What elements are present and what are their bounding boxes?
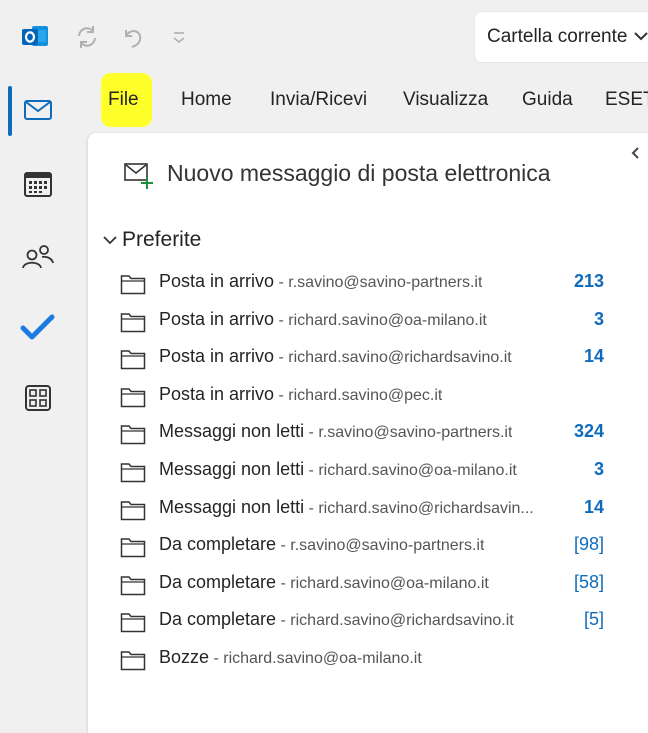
folder-item[interactable]: Messaggi non letti - richard.savino@rich… <box>120 492 610 526</box>
collapse-pane-icon[interactable] <box>630 146 640 163</box>
folder-item[interactable]: Messaggi non letti - richard.savino@oa-m… <box>120 454 610 488</box>
folder-name: Posta in arrivo <box>159 308 275 329</box>
folder-unread-count: [98] <box>573 534 604 555</box>
active-indicator <box>8 86 12 136</box>
folder-name: Posta in arrivo <box>159 383 275 404</box>
folder-item[interactable]: Da completare - richard.savino@oa-milano… <box>120 567 610 601</box>
new-mail-icon <box>124 163 153 189</box>
folder-item[interactable]: Da completare - r.savino@savino-partners… <box>120 529 610 563</box>
folder-item[interactable]: Messaggi non letti - r.savino@savino-par… <box>120 416 610 450</box>
folder-icon <box>120 538 146 558</box>
folder-separator: - <box>276 537 291 555</box>
favorites-header[interactable]: Preferite <box>102 228 201 252</box>
folder-item[interactable]: Da completare - richard.savino@richardsa… <box>120 604 610 638</box>
people-icon[interactable] <box>18 238 58 278</box>
folder-account: r.savino@savino-partners.it <box>318 424 513 442</box>
folder-separator: - <box>304 424 319 442</box>
folder-name: Da completare <box>159 609 277 630</box>
folder-unread-count: 3 <box>593 308 604 329</box>
folder-separator: - <box>274 386 289 404</box>
title-bar: Cartella corrente <box>0 0 648 72</box>
search-scope-dropdown[interactable]: Cartella corrente <box>475 12 648 62</box>
folder-icon <box>120 651 146 671</box>
folder-item[interactable]: Posta in arrivo - richard.savino@pec.it <box>120 379 610 413</box>
tab-help[interactable]: Guida <box>522 72 573 128</box>
folder-name: Messaggi non letti <box>159 421 305 442</box>
folder-account: richard.savino@oa-milano.it <box>290 574 489 592</box>
tab-home[interactable]: Home <box>181 72 232 128</box>
folder-separator: - <box>276 574 291 592</box>
folder-account: r.savino@savino-partners.it <box>288 274 483 291</box>
folder-item[interactable]: Posta in arrivo - r.savino@savino-partne… <box>120 266 610 300</box>
folder-icon <box>120 613 146 633</box>
folder-account: richard.savino@richardsavino.it <box>290 612 514 630</box>
folder-account: richard.savino@richardsavin... <box>318 499 534 517</box>
folder-unread-count: [58] <box>573 571 604 592</box>
folder-item[interactable]: Bozze - richard.savino@oa-milano.it <box>120 642 610 676</box>
customize-toolbar-icon[interactable] <box>164 22 194 52</box>
tab-send-receive[interactable]: Invia/Ricevi <box>270 72 367 128</box>
folder-item[interactable]: Posta in arrivo - richard.savino@richard… <box>120 341 610 375</box>
folder-icon <box>120 500 146 520</box>
folder-separator: - <box>304 462 319 479</box>
folder-separator: - <box>274 311 289 329</box>
mail-icon[interactable] <box>18 90 58 130</box>
folder-unread-count: 213 <box>573 271 604 291</box>
folder-unread-count: 14 <box>583 346 604 367</box>
folder-unread-count: 3 <box>593 459 604 479</box>
folder-account: richard.savino@pec.it <box>288 386 443 404</box>
folder-account: r.savino@savino-partners.it <box>290 537 485 555</box>
folder-separator: - <box>304 499 319 517</box>
folder-icon <box>120 576 146 596</box>
folder-account: richard.savino@richardsavino.it <box>288 349 512 367</box>
folder-name: Bozze <box>159 647 210 667</box>
chevron-down-icon <box>102 228 118 252</box>
folder-name: Posta in arrivo <box>159 346 275 367</box>
folder-separator: - <box>209 650 224 667</box>
calendar-icon[interactable] <box>18 164 58 204</box>
ribbon-tabs: File Home Invia/Ricevi Visualizza Guida … <box>86 72 648 128</box>
folder-item[interactable]: Posta in arrivo - richard.savino@oa-mila… <box>120 304 610 338</box>
folder-icon <box>120 350 146 370</box>
favorites-label: Preferite <box>122 228 202 251</box>
apps-grid-icon[interactable] <box>18 378 58 418</box>
folder-unread-count: 14 <box>583 496 604 517</box>
folder-icon <box>120 425 146 445</box>
folder-account: richard.savino@oa-milano.it <box>223 650 422 667</box>
tab-view[interactable]: Visualizza <box>403 72 488 128</box>
folder-separator: - <box>274 349 289 367</box>
folder-icon <box>120 312 146 332</box>
chevron-down-icon <box>633 12 648 62</box>
outlook-logo-icon[interactable] <box>22 24 50 50</box>
todo-check-icon[interactable] <box>18 308 58 348</box>
folder-name: Messaggi non letti <box>159 459 305 479</box>
folder-icon <box>120 463 146 483</box>
folder-name: Messaggi non letti <box>159 496 305 517</box>
undo-icon[interactable] <box>118 22 148 52</box>
folder-separator: - <box>274 274 289 291</box>
tab-eset[interactable]: ESET <box>605 72 648 128</box>
sync-icon[interactable] <box>72 22 102 52</box>
folder-unread-count: [5] <box>583 609 604 630</box>
folder-name: Da completare <box>159 571 277 592</box>
folder-account: richard.savino@oa-milano.it <box>288 311 487 329</box>
folder-icon <box>120 388 146 408</box>
navigation-rail <box>0 72 76 691</box>
folder-name: Posta in arrivo <box>159 271 275 291</box>
folder-name: Da completare <box>159 534 277 555</box>
folder-separator: - <box>276 612 291 630</box>
tab-file[interactable]: File <box>108 72 139 128</box>
folder-icon <box>120 275 146 295</box>
folder-unread-count: 324 <box>573 421 604 442</box>
new-email-label: Nuovo messaggio di posta elettronica <box>167 160 551 186</box>
folder-account: richard.savino@oa-milano.it <box>318 462 517 479</box>
search-scope-label: Cartella corrente <box>487 26 628 47</box>
